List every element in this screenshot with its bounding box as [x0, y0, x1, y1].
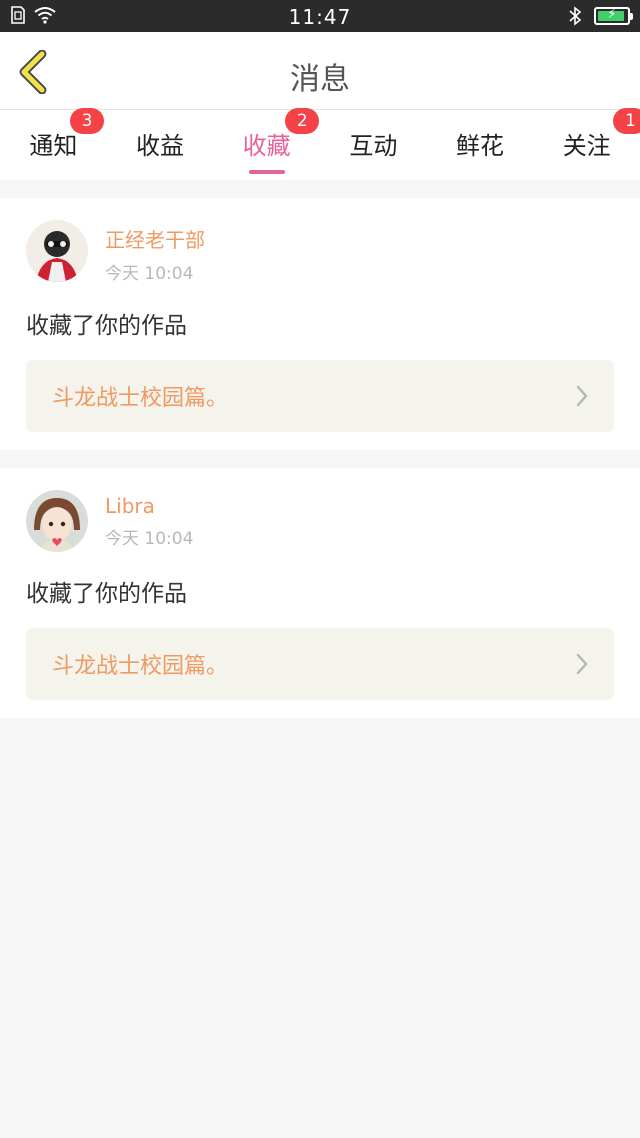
tab-badge: 2: [285, 108, 320, 134]
tab-badge: 3: [70, 108, 104, 134]
tab-label: 鲜花: [456, 132, 505, 160]
nav-bar: 消息: [0, 32, 640, 110]
message-card: 正经老干部 今天 10:04 收藏了你的作品 斗龙战士校园篇。: [0, 198, 640, 450]
message-list: 正经老干部 今天 10:04 收藏了你的作品 斗龙战士校园篇。 Libra 今天…: [0, 198, 640, 718]
tab-flowers[interactable]: 鲜花: [427, 110, 534, 180]
page-title: 消息: [290, 62, 350, 97]
tab-bar: 通知 3 收益 收藏 2 互动 鲜花 关注 1: [0, 108, 640, 180]
tab-badge: 1: [613, 108, 640, 134]
message-time: 今天 10:04: [105, 264, 194, 284]
bluetooth-icon: [569, 6, 582, 26]
battery-icon: ⚡: [594, 7, 633, 25]
message-text: 收藏了你的作品: [26, 313, 187, 339]
active-tab-indicator: [248, 170, 285, 174]
tab-interaction[interactable]: 互动: [320, 110, 427, 180]
work-title: 斗龙战士校园篇。: [52, 386, 229, 411]
work-title: 斗龙战士校园篇。: [52, 654, 229, 679]
message-text: 收藏了你的作品: [26, 581, 187, 607]
tab-label: 收益: [136, 132, 184, 160]
chevron-right-icon: [576, 385, 588, 407]
tab-favorites[interactable]: 收藏 2: [213, 108, 320, 180]
message-card: Libra 今天 10:04 收藏了你的作品 斗龙战士校园篇。: [0, 468, 640, 718]
avatar[interactable]: [26, 490, 88, 552]
tab-label: 收藏: [242, 132, 291, 160]
work-link[interactable]: 斗龙战士校园篇。: [26, 628, 614, 700]
avatar[interactable]: [26, 220, 88, 282]
tab-earnings[interactable]: 收益: [107, 110, 214, 180]
work-link[interactable]: 斗龙战士校园篇。: [26, 360, 614, 432]
tab-label: 关注: [562, 132, 611, 160]
tab-notice[interactable]: 通知 3: [0, 108, 107, 180]
status-time: 11:47: [288, 5, 352, 29]
user-avatar-image: [26, 490, 88, 552]
message-time: 今天 10:04: [105, 529, 194, 549]
user-avatar-image: [26, 220, 88, 282]
username[interactable]: Libra: [105, 494, 193, 518]
tab-label: 通知: [29, 132, 78, 160]
tab-follow[interactable]: 关注 1: [533, 108, 640, 180]
username[interactable]: 正经老干部: [105, 224, 205, 253]
status-bar: 11:47 ⚡: [0, 0, 640, 32]
tab-label: 互动: [349, 132, 398, 160]
chevron-right-icon: [576, 653, 588, 675]
